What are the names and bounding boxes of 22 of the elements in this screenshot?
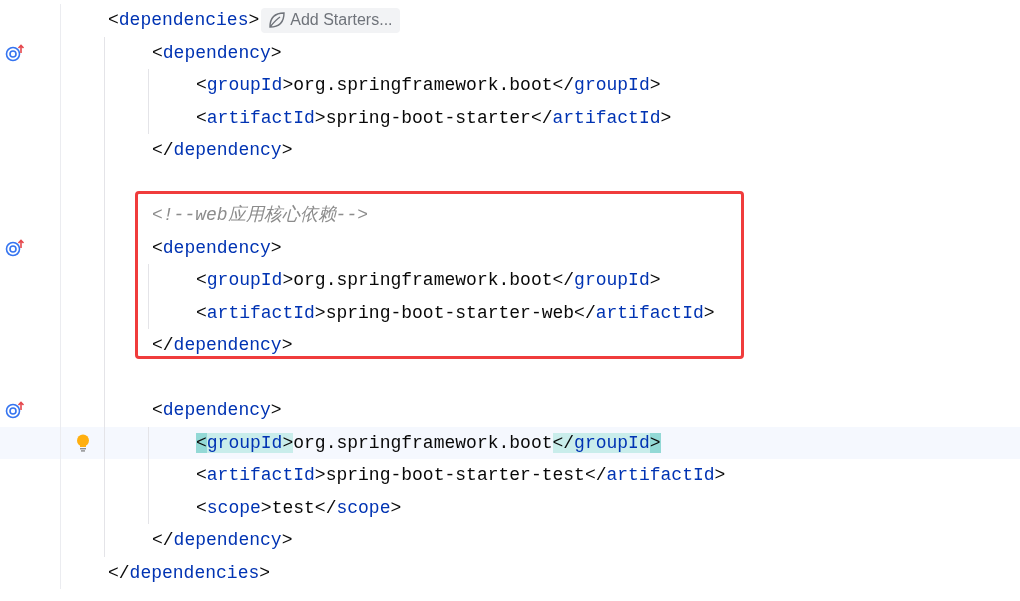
code-line: </dependency> [152, 334, 293, 358]
target-arrow-icon[interactable] [5, 238, 25, 257]
code-line: </dependencies> [108, 561, 271, 585]
code-line: <scope>test</scope> [196, 496, 402, 520]
lightbulb-icon[interactable] [75, 433, 90, 452]
add-starters-button[interactable]: Add Starters... [261, 7, 400, 33]
code-comment: <!--web应用核心依赖--> [152, 204, 369, 228]
code-line: </dependency> [152, 529, 293, 553]
code-line: <artifactId>spring-boot-starter-test</artifactId> [196, 464, 726, 488]
code-line: </dependency> [152, 139, 293, 163]
code-line: <dependencies> [108, 9, 260, 33]
code-line: <dependency> [152, 41, 282, 65]
code-line: <groupId>org.springframework.boot</groupId> [196, 269, 661, 293]
code-line: <groupId>org.springframework.boot</groupId> [196, 74, 661, 98]
code-line: <artifactId>spring-boot-starter</artifactId> [196, 106, 672, 130]
leaf-icon [268, 11, 287, 30]
target-arrow-icon[interactable] [5, 401, 25, 420]
code-line: <artifactId>spring-boot-starter-web</artifactId> [196, 301, 715, 325]
code-line: <dependency> [152, 399, 282, 423]
code-line: <groupId>org.springframework.boot</groupId> [196, 431, 661, 455]
code-line: <dependency> [152, 236, 282, 260]
target-arrow-icon[interactable] [5, 43, 25, 62]
